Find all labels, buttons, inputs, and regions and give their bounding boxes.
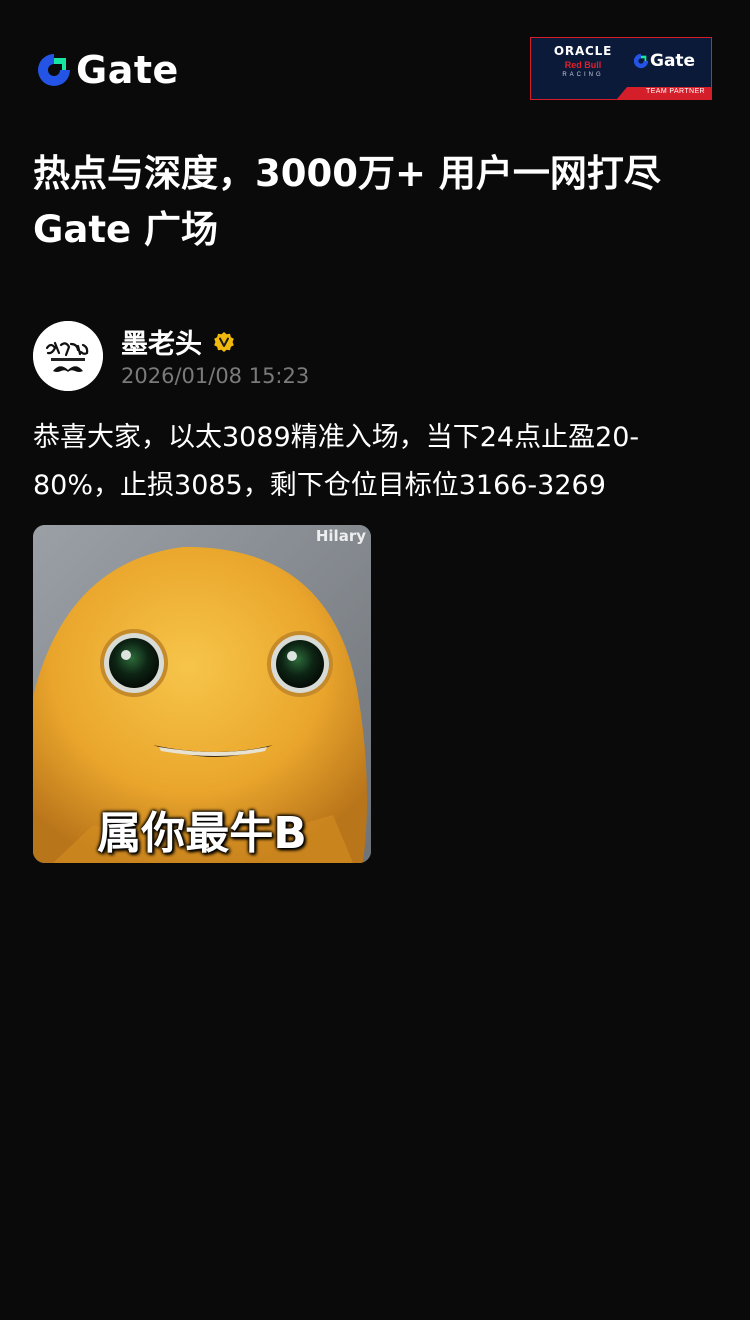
avatar[interactable]: [33, 321, 103, 391]
page-headline: 热点与深度，3000万+ 用户一网打尽 Gate 广场: [33, 152, 661, 251]
team-partner-strip: TEAM PARTNER: [617, 87, 711, 99]
oracle-redbull-racing-logo: ORACLE Red Bull RACING: [539, 44, 627, 84]
gate-small-icon: [633, 53, 649, 69]
author-name[interactable]: 墨老头: [121, 322, 202, 361]
post-content: 恭喜大家，以太3089精准入场，当下24点止盈20-80%，止损3085，剩下仓…: [33, 422, 640, 501]
calligraphy-mustache-avatar-icon: [33, 321, 103, 391]
gate-logo-icon: [38, 54, 70, 86]
team-partner-badge[interactable]: ORACLE Red Bull RACING Gate TEAM PARTNER: [530, 37, 712, 100]
header: Gate ORACLE Red Bull RACING Gate TEAM PA…: [0, 0, 750, 140]
author-name-row: 墨老头: [121, 322, 235, 361]
post-author: 墨老头 2026/01/08 15:23: [33, 320, 713, 392]
gate-logo[interactable]: Gate: [36, 48, 179, 92]
racing-text: RACING: [562, 72, 604, 78]
partner-gate-logo: Gate: [633, 51, 695, 71]
gate-logo-text: Gate: [76, 48, 179, 92]
partner-gate-text: Gate: [650, 51, 696, 71]
redbull-text: Red Bull: [564, 60, 602, 70]
image-caption: 属你最牛B: [97, 808, 307, 859]
image-watermark: Hilary: [315, 527, 366, 545]
verified-badge-icon: [214, 331, 234, 352]
post-timestamp: 2026/01/08 15:23: [121, 364, 310, 388]
post-image[interactable]: Hilary 属你最牛B: [33, 525, 371, 863]
oracle-text: ORACLE: [553, 44, 613, 58]
team-partner-label: TEAM PARTNER: [646, 88, 705, 95]
